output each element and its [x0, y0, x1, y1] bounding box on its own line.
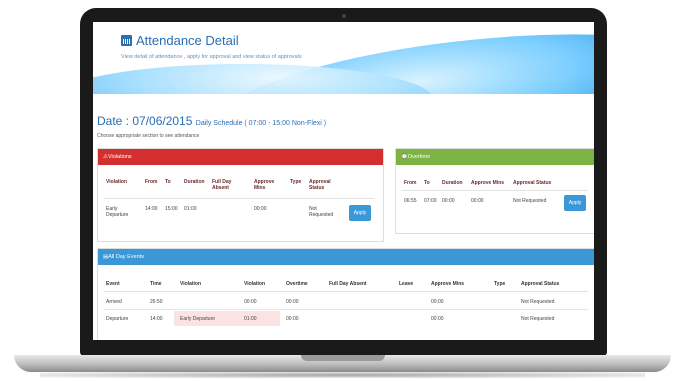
status-cell: Not Requested — [521, 316, 555, 322]
approve-mins-cell: 00:00 — [431, 299, 444, 305]
from-cell: 14:00 — [145, 206, 158, 212]
page-title: Attendance Detail — [136, 33, 239, 48]
status-cell: Not Requested — [513, 198, 547, 204]
violations-header[interactable]: ⚠Violations — [98, 149, 383, 165]
laptop-base — [14, 355, 671, 372]
col-violation: Violation — [106, 179, 128, 185]
divider — [104, 309, 588, 310]
col-type: Type — [494, 281, 506, 287]
all-day-events-header[interactable]: ▤All Day Events — [98, 249, 594, 265]
from-cell: 06:55 — [404, 198, 417, 204]
violation-cell: Early Departure — [180, 316, 216, 322]
all-day-events-panel: ▤All Day Events Event Time Violation Vio… — [97, 248, 594, 340]
status-cell: Not Requested — [309, 206, 334, 218]
violation-2-cell: 01:00 — [244, 316, 257, 322]
time-cell: 26:50 — [150, 299, 163, 305]
col-event: Event — [106, 281, 120, 287]
violations-panel: ⚠Violations Violation From To Duration F… — [97, 148, 384, 242]
camera-dot — [342, 14, 346, 18]
col-overtime: Overtime — [286, 281, 308, 287]
apply-button[interactable]: Apply — [564, 195, 586, 211]
apply-button[interactable]: Apply — [349, 205, 371, 221]
col-to: To — [424, 180, 430, 186]
overtime-title: Overtime — [407, 154, 431, 160]
screen: Attendance Detail View detail of attenda… — [93, 22, 594, 340]
violations-title: Violations — [107, 154, 132, 160]
col-time: Time — [150, 281, 162, 287]
col-violation-2: Violation — [244, 281, 266, 287]
col-approval-status: Approval Status — [513, 180, 552, 186]
laptop-notch — [301, 355, 385, 361]
overtime-cell: 00:00 — [286, 299, 299, 305]
time-cell: 14:00 — [150, 316, 163, 322]
to-cell: 07:00 — [424, 198, 437, 204]
col-to: To — [165, 179, 171, 185]
overtime-cell: 00:00 — [286, 316, 299, 322]
approve-mins-cell: 00:00 — [431, 316, 444, 322]
schedule-label: Daily Schedule ( 07:00 - 15:00 Non-Flexi… — [195, 120, 327, 127]
divider — [104, 198, 374, 199]
calendar-icon — [121, 35, 132, 46]
section-hint: Choose appropriate section to see attend… — [97, 133, 200, 139]
col-approve-mins: Approve Mins — [431, 281, 465, 287]
col-type: Type — [290, 179, 302, 185]
date-heading: Date : 07/06/2015 Daily Schedule ( 07:00… — [97, 114, 326, 128]
to-cell: 15:00 — [165, 206, 178, 212]
duration-cell: 00:00 — [442, 198, 455, 204]
col-duration: Duration — [184, 179, 205, 185]
col-approve-mins: Approve Mins — [471, 180, 505, 186]
page-subtitle: View detail of attendance , apply for ap… — [121, 54, 302, 60]
status-cell: Not Requested — [521, 299, 555, 305]
page-banner: Attendance Detail View detail of attenda… — [93, 22, 594, 94]
all-day-events-title: All Day Events — [108, 254, 144, 260]
col-full-day-absent: Full Day Absent — [212, 179, 232, 191]
event-cell: Departure — [106, 316, 129, 322]
col-approval-status: Approval Status — [521, 281, 560, 287]
divider — [402, 190, 588, 191]
clock-icon: ⌚ — [401, 154, 408, 160]
col-violation: Violation — [180, 281, 202, 287]
col-full-day-absent: Full Day Absent — [329, 281, 367, 287]
date-label: Date : 07/06/2015 — [97, 114, 193, 128]
col-approval-status: Approval Status — [309, 179, 331, 191]
duration-cell: 01:00 — [184, 206, 197, 212]
violation-cell: 00:00 — [244, 299, 257, 305]
col-duration: Duration — [442, 180, 463, 186]
col-leave: Leave — [399, 281, 414, 287]
event-cell: Arrived — [106, 299, 122, 305]
col-approve-mins: Approve Mins — [254, 179, 275, 191]
approve-mins-cell: 00:00 — [254, 206, 267, 212]
divider — [104, 291, 588, 292]
laptop-shadow — [40, 372, 645, 378]
overtime-panel: ⌚Overtime From To Duration Approve Mins … — [395, 148, 594, 234]
violation-cell: Early Departure — [106, 206, 129, 218]
approve-mins-cell: 00:00 — [471, 198, 484, 204]
col-from: From — [145, 179, 158, 185]
overtime-header[interactable]: ⌚Overtime — [396, 149, 594, 165]
col-from: From — [404, 180, 417, 186]
